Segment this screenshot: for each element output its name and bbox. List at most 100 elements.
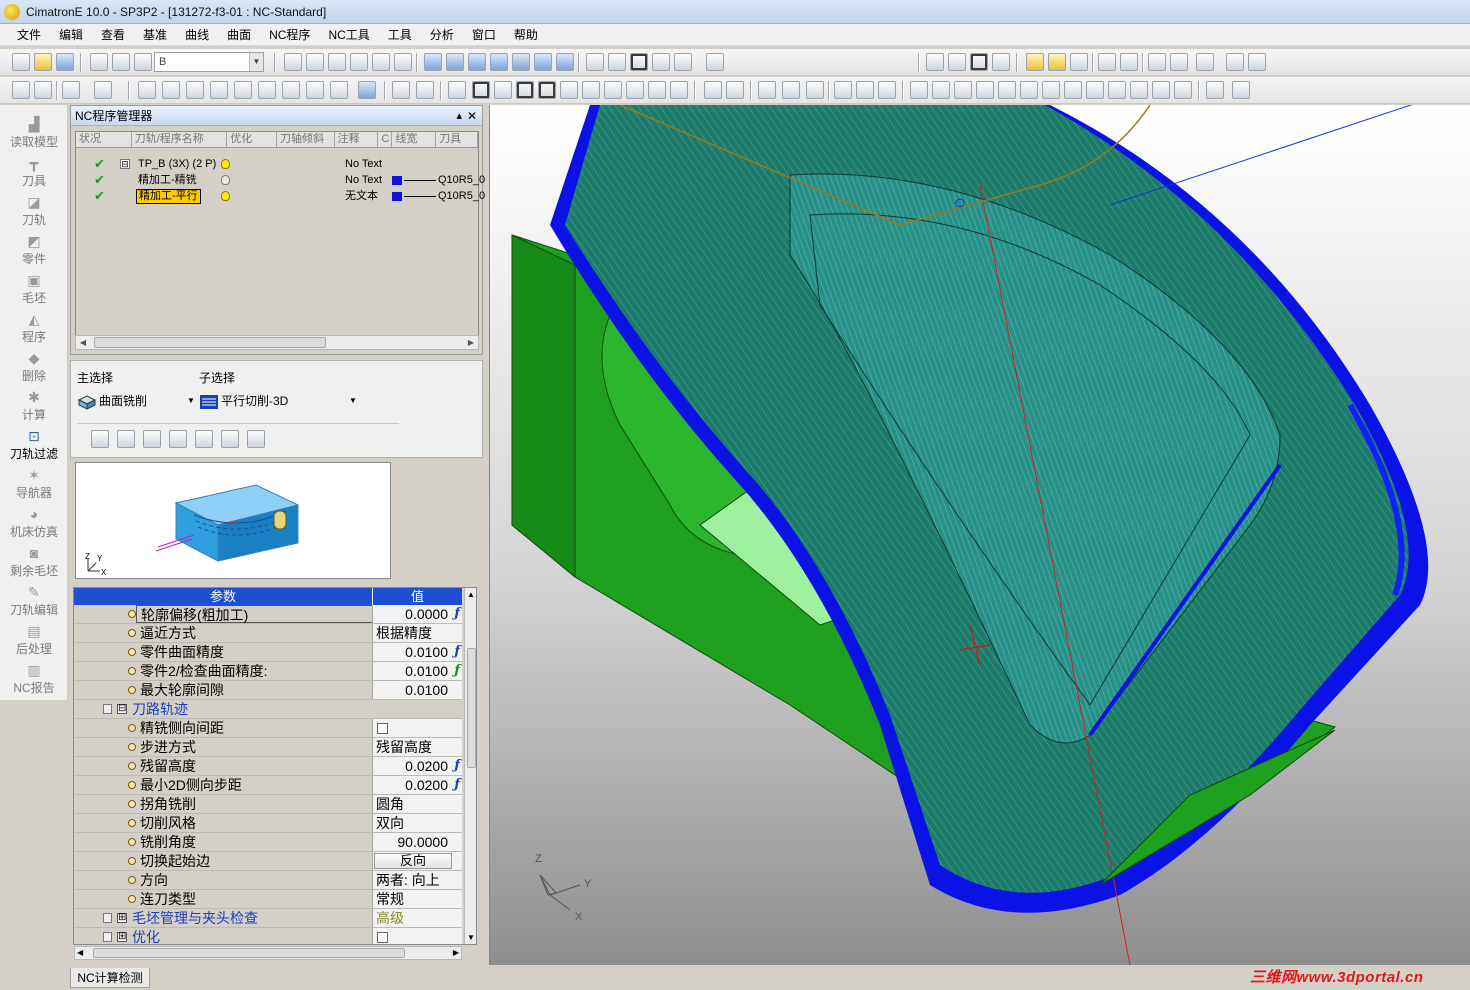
formula-icon[interactable]: ƒ [454,605,460,623]
circle-icon[interactable] [954,81,972,99]
measure-icon[interactable] [1170,53,1188,71]
param-row[interactable]: 残留高度 0.0200 ƒ [74,757,462,776]
nc-op-1-icon[interactable] [138,81,156,99]
settings-icon[interactable] [1196,53,1214,71]
visibility-bulb-icon[interactable] [221,191,230,201]
menu-analysis[interactable]: 分析 [421,24,463,46]
side-toolpath[interactable]: ◪ 刀轨 [0,191,68,230]
param-value[interactable]: 0.0200 ƒ [372,776,462,794]
surface-2-icon[interactable] [782,81,800,99]
formula-icon[interactable]: ƒ [454,662,460,680]
scroll-left-icon[interactable]: ◀ [76,336,90,349]
param-value[interactable]: 残留高度 [372,738,462,756]
col-linewidth[interactable]: 线宽 [392,132,437,147]
render-mode-icon[interactable] [706,53,724,71]
param-value[interactable] [372,928,462,944]
scroll-right-icon[interactable]: ▶ [453,948,459,957]
param-value[interactable]: 反向 [372,852,462,870]
proc-export-icon[interactable] [247,430,265,448]
trim-icon[interactable] [1064,81,1082,99]
nc-display-2-icon[interactable] [416,81,434,99]
nc-view-5-icon[interactable] [582,81,600,99]
nc-op-6-icon[interactable] [258,81,276,99]
param-value[interactable] [372,719,462,737]
side-toolpath-edit[interactable]: ✎ 刀轨编辑 [0,581,68,620]
pin-icon[interactable]: ▴ [456,106,462,126]
param-value[interactable]: 根据精度 [372,624,462,642]
side-navigator[interactable]: ✶ 导航器 [0,464,68,503]
side-part[interactable]: ◩ 零件 [0,230,68,269]
param-row[interactable]: 铣削角度 90.0000 [74,833,462,852]
zoom-icon[interactable] [350,53,368,71]
nc-check-tab[interactable]: NC计算检测 [70,968,150,988]
menu-help[interactable]: 帮助 [505,24,547,46]
expand-icon[interactable]: ⊟ [117,704,127,714]
proc-copy-icon[interactable] [117,430,135,448]
tree-row-program[interactable]: ✔ ⊟ TP_B (3X) (2 P) No Text [76,156,480,172]
angle-icon[interactable] [1086,81,1104,99]
view-normal-icon[interactable] [608,53,626,71]
param-row[interactable]: 零件曲面精度 0.0100 ƒ [74,643,462,662]
shaded-edges-icon[interactable] [652,53,670,71]
offset-icon[interactable] [1108,81,1126,99]
col-optimize[interactable]: 优化 [227,132,277,147]
zoom-select-icon[interactable] [328,53,346,71]
filter-a-icon[interactable] [926,53,944,71]
pattern-icon[interactable] [1152,81,1170,99]
split-icon[interactable] [1206,81,1224,99]
menu-nc-program[interactable]: NC程序 [260,24,319,46]
param-value[interactable]: 0.0000 ƒ [372,605,462,623]
nc-op-4-icon[interactable] [210,81,228,99]
param-row[interactable]: 拐角铣削 圆角 [74,795,462,814]
param-row[interactable]: 轮廓偏移(粗加工) 0.0000 ƒ [74,605,462,624]
scroll-thumb[interactable] [93,948,405,958]
arc-icon[interactable] [976,81,994,99]
nc-op-9-icon[interactable] [330,81,348,99]
layer-manager-icon[interactable] [134,53,152,71]
visibility-bulb-icon[interactable] [221,159,230,169]
col-tilt[interactable]: 刀轴倾斜 [277,132,335,147]
arrow-left-icon[interactable] [1098,53,1116,71]
view-back-icon[interactable] [468,53,486,71]
sketch-icon[interactable] [704,81,722,99]
params-hscrollbar[interactable]: ◀ ▶ [74,946,462,960]
nc-view-1-icon[interactable] [448,81,466,99]
param-row[interactable]: 精铣侧向间距 [74,719,462,738]
light-on-icon[interactable] [1048,53,1066,71]
nc-view-3-icon[interactable] [494,81,512,99]
side-machine-sim[interactable]: ◕ 机床仿真 [0,503,68,542]
menu-datum[interactable]: 基准 [134,24,176,46]
menu-edit[interactable]: 编辑 [50,24,92,46]
open-file-icon[interactable] [34,53,52,71]
proc-params-icon[interactable] [143,430,161,448]
nc-display-1-icon[interactable] [392,81,410,99]
param-row[interactable]: 零件2/检查曲面精度: 0.0100 ƒ [74,662,462,681]
line-icon[interactable] [910,81,928,99]
edit-icon[interactable] [1232,81,1250,99]
scroll-right-icon[interactable]: ▶ [464,336,478,349]
side-toolpath-filter[interactable]: ⊡ 刀轨过滤 [0,425,68,464]
param-value[interactable]: 常规 [372,890,462,908]
param-group-row[interactable]: ⊞ 毛坯管理与夹头检查 高级 [74,909,462,928]
col-status[interactable]: 状况 [76,132,132,147]
wireframe-icon[interactable] [674,53,692,71]
menu-view[interactable]: 查看 [92,24,134,46]
param-row[interactable]: 最大轮廓间隙 0.0100 [74,681,462,700]
zoom-all-icon[interactable] [284,53,302,71]
param-row[interactable]: 方向 两者: 向上 [74,871,462,890]
menu-file[interactable]: 文件 [8,24,50,46]
axis-1-icon[interactable] [834,81,852,99]
scroll-left-icon[interactable]: ◀ [77,948,83,957]
side-delete[interactable]: ◆ 删除 [0,347,68,386]
light-off-icon[interactable] [1070,53,1088,71]
menu-nc-tools[interactable]: NC工具 [319,24,378,46]
formula-icon[interactable]: ƒ [454,757,460,775]
graphics-viewport[interactable]: Z Y X [489,105,1470,965]
scroll-up-icon[interactable]: ▲ [467,590,475,599]
side-remaining-stock[interactable]: ◙ 剩余毛坯 [0,542,68,581]
filter-b-icon[interactable] [948,53,966,71]
param-value[interactable]: 两者: 向上 [372,871,462,889]
formula-icon[interactable]: ƒ [454,776,460,794]
param-value[interactable]: 圆角 [372,795,462,813]
view-front-icon[interactable] [446,53,464,71]
